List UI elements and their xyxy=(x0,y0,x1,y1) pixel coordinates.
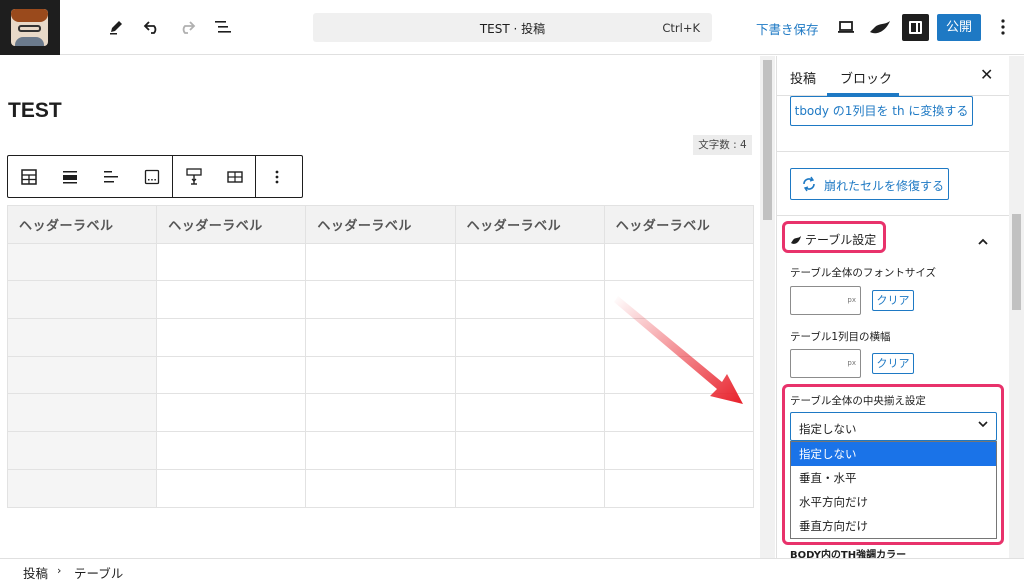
table-cell[interactable] xyxy=(603,242,755,282)
settings-sidebar: 投稿 ブロック ✕ tbody の1列目を th に変換する 崩れたセルを修復す… xyxy=(776,56,1009,558)
chevron-up-icon[interactable] xyxy=(977,230,989,249)
table-cell[interactable] xyxy=(454,318,605,357)
chevron-right-icon: › xyxy=(57,564,62,577)
edit-tool-pencil-icon[interactable] xyxy=(103,14,129,40)
annotation-arrow xyxy=(614,296,743,404)
font-size-label: テーブル全体のフォントサイズ xyxy=(790,267,937,279)
th-color-label: BODY内のTH強調カラー xyxy=(790,550,907,558)
caption-icon[interactable] xyxy=(131,156,172,197)
preview-laptop-icon[interactable] xyxy=(833,14,859,40)
convert-th-button[interactable]: tbody の1列目を th に変換する xyxy=(790,96,973,126)
table-cell[interactable] xyxy=(156,242,307,282)
table-row xyxy=(6,468,755,508)
table-cell[interactable] xyxy=(454,393,605,433)
table-cell[interactable] xyxy=(305,468,456,508)
table-cell[interactable] xyxy=(454,355,605,395)
table-header-cell[interactable]: ヘッダーラベル xyxy=(6,205,158,244)
table-cell[interactable] xyxy=(6,355,158,395)
block-align-icon[interactable] xyxy=(49,156,90,197)
tab-block[interactable]: ブロック xyxy=(840,68,892,87)
table-cell[interactable] xyxy=(156,318,307,357)
breadcrumb: 投稿 › テーブル xyxy=(0,558,1024,582)
table-header-cell[interactable]: ヘッダーラベル xyxy=(454,205,605,244)
unit-label: px xyxy=(847,359,856,367)
table-cell[interactable] xyxy=(156,468,307,508)
table-cell[interactable] xyxy=(305,431,456,470)
table-row xyxy=(6,431,755,470)
table-cell[interactable] xyxy=(603,468,755,508)
table-cell[interactable] xyxy=(6,318,158,357)
block-toolbar xyxy=(7,155,303,198)
col-width-label: テーブル1列目の横幅 xyxy=(790,331,891,343)
table-cell[interactable] xyxy=(305,242,456,282)
cell-vertical-align-icon[interactable] xyxy=(173,156,214,197)
table-cell[interactable] xyxy=(305,355,456,395)
table-row xyxy=(6,242,755,282)
table-cell[interactable] xyxy=(156,431,307,470)
col-width-input[interactable]: px xyxy=(790,349,861,378)
block-options-icon[interactable] xyxy=(256,156,297,197)
editor-scrollbar[interactable] xyxy=(760,56,775,558)
table-block-icon[interactable] xyxy=(8,156,49,197)
undo-icon[interactable] xyxy=(139,14,165,40)
sidebar-tabs: 投稿 ブロック ✕ xyxy=(777,56,1009,96)
redo-icon[interactable] xyxy=(174,14,200,40)
table-cell[interactable] xyxy=(6,468,158,508)
table-cell[interactable] xyxy=(156,393,307,433)
font-size-clear-button[interactable]: クリア xyxy=(872,290,914,311)
document-overview-icon[interactable] xyxy=(210,14,236,40)
highlight-section-title xyxy=(782,221,886,253)
table-cell[interactable] xyxy=(305,280,456,320)
font-size-input[interactable]: px xyxy=(790,286,861,315)
repair-icon xyxy=(801,176,817,195)
table-cell[interactable] xyxy=(156,280,307,320)
editor-canvas: TEST 文字数 : 4 ヘッダーラベル ヘッダーラベル ヘッダーラベル ヘッダ… xyxy=(0,56,760,558)
table-cell[interactable] xyxy=(6,393,158,433)
breadcrumb-table[interactable]: テーブル xyxy=(74,563,123,582)
post-title[interactable]: TEST xyxy=(8,99,62,123)
sidebar-scrollbar[interactable] xyxy=(1009,56,1024,558)
shortcut-hint: Ctrl+K xyxy=(662,21,700,35)
table-cell[interactable] xyxy=(454,468,605,508)
breadcrumb-post[interactable]: 投稿 xyxy=(23,563,48,582)
settings-panel-toggle-icon[interactable] xyxy=(902,14,929,41)
repair-cells-button[interactable]: 崩れたセルを修復する xyxy=(790,168,949,200)
command-palette[interactable]: TEST · 投稿 Ctrl+K xyxy=(313,13,712,42)
table-cell[interactable] xyxy=(454,242,605,282)
more-options-icon[interactable] xyxy=(990,14,1016,40)
top-toolbar: + TEST · 投稿 Ctrl+K 下書き保存 公開 xyxy=(0,0,1024,55)
table-header-cell[interactable]: ヘッダーラベル xyxy=(305,205,456,244)
tab-post[interactable]: 投稿 xyxy=(790,68,816,87)
table-cell[interactable] xyxy=(6,280,158,320)
col-width-clear-button[interactable]: クリア xyxy=(872,353,914,374)
highlight-align-setting xyxy=(782,384,1004,545)
site-icon[interactable] xyxy=(0,0,60,55)
table-cell[interactable] xyxy=(6,242,158,282)
table-cell[interactable] xyxy=(6,431,158,470)
unit-label: px xyxy=(847,296,856,304)
table-cell[interactable] xyxy=(454,431,605,470)
plugin-leaf-icon[interactable] xyxy=(867,14,893,40)
table-cell[interactable] xyxy=(603,431,755,470)
publish-button[interactable]: 公開 xyxy=(937,14,981,41)
edit-table-icon[interactable] xyxy=(214,156,255,197)
document-title: TEST · 投稿 xyxy=(479,22,546,36)
table-header-cell[interactable]: ヘッダーラベル xyxy=(603,205,755,244)
save-draft-button[interactable]: 下書き保存 xyxy=(756,19,819,38)
table-cell[interactable] xyxy=(305,393,456,433)
table-cell[interactable] xyxy=(305,318,456,357)
avatar xyxy=(11,9,48,46)
word-count-badge: 文字数 : 4 xyxy=(693,135,752,155)
table-header-cell[interactable]: ヘッダーラベル xyxy=(156,205,307,244)
table-header-row: ヘッダーラベル ヘッダーラベル ヘッダーラベル ヘッダーラベル ヘッダーラベル xyxy=(6,205,755,244)
table-cell[interactable] xyxy=(156,355,307,395)
repair-cells-label: 崩れたセルを修復する xyxy=(824,179,945,193)
table-cell[interactable] xyxy=(454,280,605,320)
close-icon[interactable]: ✕ xyxy=(980,65,993,84)
text-align-icon[interactable] xyxy=(90,156,131,197)
